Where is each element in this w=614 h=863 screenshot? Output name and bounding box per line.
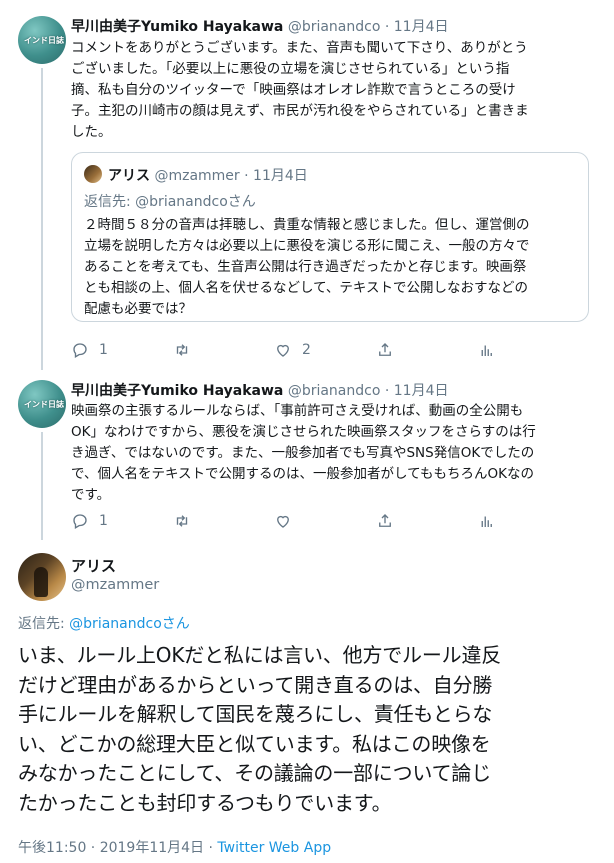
- like-icon: [277, 515, 289, 528]
- analytics-icon: [481, 516, 492, 527]
- text-line: 子。主犯の川崎市の顔は見えず、市民が汚れ役をやらされている」と書きま: [71, 103, 529, 119]
- text-line: だけど理由があるからといって開き直るのは、自分勝: [18, 672, 493, 697]
- retweet-button[interactable]: [173, 340, 201, 360]
- text-line: とも相談の上、個人名を伏せるなどして、テキストで公開しなおすなどの: [84, 280, 529, 296]
- quoted-tweet[interactable]: アリス @mzammer · 11月4日 返信先: @brianandcoさん …: [71, 152, 589, 322]
- reply-prefix: 返信先:: [18, 616, 70, 632]
- reply-count: 1: [99, 342, 108, 358]
- avatar-text: インド日誌: [24, 400, 64, 409]
- reply-user-link[interactable]: @brianandcoさん: [69, 616, 190, 632]
- text-line: き過ぎ、ではないのです。また、一般参加者でも写真やSNS発信OKでしたの: [71, 445, 535, 461]
- user-handle[interactable]: @mzammer: [71, 577, 159, 593]
- text-line: OK」なわけですから、悪役を演じさせられた映画祭スタッフをさらすのは行: [71, 424, 536, 440]
- share-button[interactable]: [376, 511, 394, 531]
- user-handle[interactable]: @brianandco: [288, 383, 381, 399]
- reply-to: 返信先: @brianandcoさん: [18, 613, 190, 633]
- tweet-1[interactable]: インド日誌 早川由美子Yumiko Hayakawa @brianandco ·…: [0, 0, 614, 370]
- avatar[interactable]: [18, 553, 66, 601]
- separator-dot: ·: [244, 168, 249, 184]
- text-line: いま、ルール上OKだと私には言い、他方でルール違反: [18, 643, 502, 667]
- avatar-figure: [34, 567, 48, 597]
- tweet-text: 映画祭の主張するルールならば、「事前許可さえ受ければ、動画の全公開も OK」なわ…: [71, 401, 591, 506]
- like-button[interactable]: [274, 511, 302, 531]
- text-line: 摘、私も自分のツイッターで「映画祭はオレオレ詐欺で言うところの受け: [71, 82, 516, 98]
- analytics-icon: [481, 345, 492, 356]
- text-line: たかったことも封印するつもりでいます。: [18, 790, 392, 815]
- text-line: で、個人名をテキストで公開するのは、一般参加者がしてももちろんOKなの: [71, 466, 534, 482]
- retweet-button[interactable]: [173, 511, 201, 531]
- reply-prefix: 返信先:: [84, 194, 136, 210]
- quote-time: 11月4日: [253, 168, 308, 184]
- quote-text: ２時間５８分の音声は拝聴し、貴重な情報と感じました。但し、運営側の 立場を説明し…: [84, 215, 578, 320]
- text-line: みなかったことにして、その議論の一部について論じ: [18, 761, 491, 785]
- share-button[interactable]: [376, 340, 394, 360]
- quote-header: アリス @mzammer · 11月4日: [108, 165, 308, 185]
- separator-dot: ·: [384, 383, 390, 399]
- quote-user-handle: @mzammer: [154, 168, 240, 184]
- avatar-text: インド日誌: [24, 36, 64, 45]
- text-line: 映画祭の主張するルールならば、「事前許可さえ受ければ、動画の全公開も: [71, 403, 524, 419]
- text-line: ２時間５８分の音声は拝聴し、貴重な情報と感じました。但し、運営側の: [84, 217, 530, 233]
- text-line: い、どこかの総理大臣と似ています。私はこの映像を: [18, 731, 491, 756]
- retweet-icon: [176, 344, 188, 356]
- share-icon: [379, 514, 391, 527]
- focused-tweet: アリス @mzammer 返信先: @brianandcoさん いま、ルール上O…: [0, 545, 614, 863]
- share-icon: [379, 343, 391, 356]
- separator-dot: ·: [384, 19, 390, 35]
- tweet-time[interactable]: 11月4日: [394, 19, 449, 35]
- text-line: 手にルールを解釈して国民を蔑ろにし、責任もとらな: [18, 702, 493, 726]
- display-name[interactable]: 早川由美子Yumiko Hayakawa: [71, 19, 283, 35]
- analytics-button[interactable]: [477, 511, 495, 531]
- retweet-icon: [176, 515, 188, 527]
- like-count: 2: [302, 342, 311, 358]
- tweet-actions: 1: [71, 511, 511, 531]
- reply-user: @brianandcoさん: [135, 194, 256, 210]
- thread-line: [41, 432, 43, 540]
- tweet-time[interactable]: 11月4日: [394, 383, 449, 399]
- thread-line: [41, 68, 43, 370]
- source-link[interactable]: Twitter Web App: [217, 840, 331, 856]
- timestamp[interactable]: 午後11:50 · 2019年11月4日 ·: [18, 840, 217, 856]
- reply-icon: [73, 514, 87, 529]
- tweet-actions: 1 2: [71, 340, 511, 360]
- display-name[interactable]: 早川由美子Yumiko Hayakawa: [71, 383, 283, 399]
- like-icon: [277, 344, 289, 357]
- tweet-metadata: 午後11:50 · 2019年11月4日 · Twitter Web App: [18, 837, 331, 857]
- display-name[interactable]: アリス: [71, 555, 116, 576]
- tweet-header: 早川由美子Yumiko Hayakawa @brianandco · 11月4日: [71, 16, 449, 36]
- text-line: 配慮も必要では？: [84, 301, 192, 317]
- reply-icon: [73, 343, 87, 358]
- text-line: 立場を説明した方々は必要以上に悪役を演じる形に聞こえ、一般の方々で: [84, 238, 530, 254]
- reply-button[interactable]: 1: [71, 511, 108, 531]
- reply-count: 1: [99, 513, 108, 529]
- quote-reply-to: 返信先: @brianandcoさん: [84, 191, 256, 211]
- tweet-header: 早川由美子Yumiko Hayakawa @brianandco · 11月4日: [71, 380, 449, 400]
- tweet-text: コメントをありがとうございます。また、音声も聞いて下さり、ありがとう ございまし…: [71, 38, 591, 143]
- avatar[interactable]: インド日誌: [18, 380, 66, 428]
- quote-avatar: [84, 165, 102, 183]
- user-handle[interactable]: @brianandco: [288, 19, 381, 35]
- text-line: ございました。「必要以上に悪役の立場を演じさせられている」という指: [71, 61, 510, 77]
- text-line: コメントをありがとうございます。また、音声も聞いて下さり、ありがとう: [71, 40, 528, 56]
- tweet-text: いま、ルール上OKだと私には言い、他方でルール違反 だけど理由があるからといって…: [18, 641, 608, 818]
- analytics-button[interactable]: [477, 340, 495, 360]
- avatar[interactable]: インド日誌: [18, 16, 66, 64]
- reply-button[interactable]: 1: [71, 340, 108, 360]
- text-line: した。: [71, 124, 112, 140]
- like-button[interactable]: 2: [274, 340, 311, 360]
- tweet-2[interactable]: インド日誌 早川由美子Yumiko Hayakawa @brianandco ·…: [0, 370, 614, 540]
- twitter-thread: インド日誌 早川由美子Yumiko Hayakawa @brianandco ·…: [0, 0, 614, 863]
- text-line: あることを考えても、生音声公開は行き過ぎだったかと存じます。映画祭: [84, 259, 527, 275]
- text-line: です。: [71, 487, 111, 503]
- quote-display-name: アリス: [108, 168, 150, 184]
